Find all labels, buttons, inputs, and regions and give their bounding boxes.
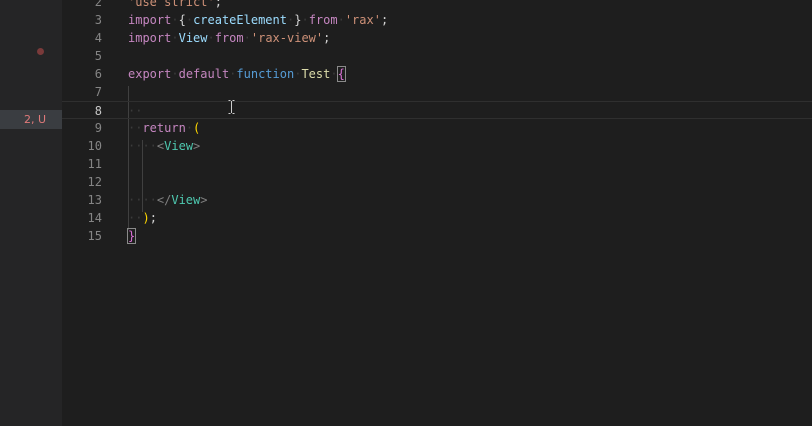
line-number: 10 [87,139,102,153]
code-token: ; [214,0,222,9]
whitespace-marker: · [337,13,345,27]
code-token: > [193,139,201,153]
code-token: Test [301,67,331,81]
line-number: 15 [87,229,102,243]
breakpoint-dot-icon[interactable] [37,48,44,55]
code-token: 'rax-view' [250,31,324,45]
code-line[interactable]: 9 ··return·( [62,119,812,137]
code-token: import [128,13,172,27]
whitespace-marker: · [330,67,338,81]
line-content: ·· [128,102,142,120]
code-line[interactable]: 4 import·View·from·'rax-view'; [62,29,812,47]
code-token: View [164,139,194,153]
code-token: ( [193,121,201,135]
whitespace-marker: · [171,67,179,81]
whitespace-marker: ·· [128,211,143,225]
whitespace-marker: · [171,13,179,27]
code-token: ) [142,211,150,225]
whitespace-marker: ·· [128,104,143,118]
code-line[interactable]: 8 ·· [62,101,812,119]
code-line[interactable]: 13 ····</View> [62,191,812,209]
code-token: 'use strict' [128,0,215,9]
code-token: ; [323,31,331,45]
line-content: ··); [128,209,157,227]
whitespace-marker: ···· [128,193,157,207]
status-text: 2, U [23,113,46,126]
code-line[interactable]: 15} [62,227,812,245]
line-number: 11 [87,157,102,171]
line-number: 13 [87,193,102,207]
line-content: ····<View> [128,137,200,155]
line-content: export·default·function·Test·{ [128,65,346,83]
line-number: 9 [94,121,102,135]
line-number: 8 [94,104,102,118]
code-token: ; [149,211,157,225]
code-line[interactable]: 14 ··); [62,209,812,227]
code-line[interactable]: 12 [62,173,812,191]
line-number: 14 [87,211,102,225]
code-line[interactable]: 11 [62,155,812,173]
line-content: ····</View> [128,191,208,209]
code-token: createElement [193,13,287,27]
code-token: return [142,121,186,135]
code-token: default [178,67,230,81]
code-line[interactable]: 3 import·{·createElement·}·from·'rax'; [62,11,812,29]
code-editor[interactable]: 2'use strict'; 3 import·{·createElement·}·… [62,0,812,426]
code-token: from [214,31,244,45]
line-number: 6 [94,67,102,81]
line-content: 'use strict'; [128,0,222,11]
code-token: View [171,193,201,207]
whitespace-marker: · [185,121,194,135]
line-number: 3 [94,13,102,27]
code-token: } [126,228,137,244]
whitespace-marker: · [185,13,194,27]
code-line[interactable]: 5 [62,47,812,65]
whitespace-marker: · [171,31,179,45]
whitespace-marker: ·· [128,121,143,135]
code-token: { [178,13,186,27]
line-content: import·{·createElement·}·from·'rax'; [128,11,388,29]
code-token: export [128,67,172,81]
code-token: </ [156,193,172,207]
status-bar[interactable]: 2, U [0,110,62,129]
code-token: ; [380,13,389,27]
code-token: View [178,31,208,45]
code-line[interactable]: 2 'use strict'; [62,0,812,11]
line-content: ··return·( [128,119,200,137]
line-number: 5 [94,49,102,63]
whitespace-marker: ···· [128,139,157,153]
code-token: import [128,31,172,45]
whitespace-marker: · [243,31,251,45]
code-line[interactable]: 6 export·default·function·Test·{ [62,65,812,83]
line-number: 7 [94,85,102,99]
line-number: 2 [94,0,102,9]
code-line[interactable]: 10 ····<View> [62,137,812,155]
code-token: function [236,67,295,81]
code-token: 'rax' [344,13,381,27]
code-line[interactable]: 7 [62,83,812,101]
whitespace-marker: · [301,13,309,27]
line-number: 12 [87,175,102,189]
code-token: from [308,13,338,27]
code-token: { [336,66,346,82]
line-content: } [126,227,137,245]
left-panel: 2, U [0,0,62,426]
whitespace-marker: · [207,31,215,45]
line-number: 4 [94,31,102,45]
line-content: import·View·from·'rax-view'; [128,29,330,47]
code-token: > [200,193,208,207]
text-cursor-icon [228,100,235,114]
